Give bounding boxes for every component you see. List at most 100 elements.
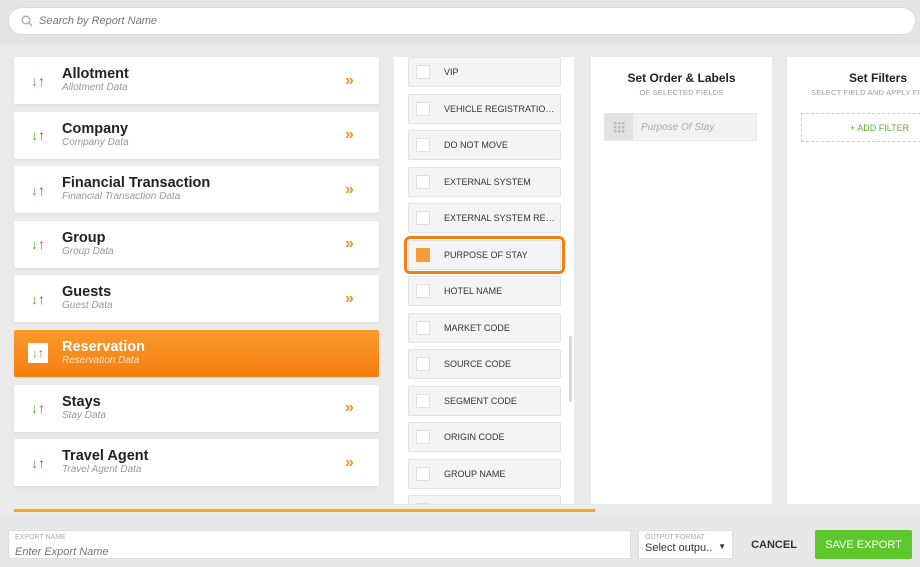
search-icon	[21, 15, 33, 27]
save-export-button[interactable]: SAVE EXPORT	[815, 530, 912, 559]
category-company[interactable]: ↓ ↑ Company Company Data »	[14, 111, 379, 159]
field-item[interactable]: HOTEL NAME	[408, 276, 561, 306]
category-title: Allotment	[62, 66, 129, 82]
field-checkbox[interactable]	[416, 138, 430, 152]
order-panel-title: Set Order & Labels	[627, 71, 736, 85]
category-title: Group	[62, 229, 106, 246]
field-item[interactable]: SOURCE CODE	[408, 349, 561, 379]
field-label: SEGMENT CODE	[444, 395, 517, 406]
field-checkbox[interactable]	[416, 503, 430, 504]
category-title: Reservation	[62, 338, 146, 355]
dropdown-caret-icon[interactable]: ▼	[718, 542, 726, 554]
filters-panel-subtitle: SELECT FIELD AND APPLY FILTER	[811, 88, 920, 97]
field-checkbox[interactable]	[416, 357, 430, 371]
category-financial-transaction[interactable]: ↓ ↑ Financial Transaction Financial Transac…	[14, 166, 379, 214]
category-subtitle: Financial Transaction Data	[62, 191, 181, 203]
category-reservation[interactable]: ↓ ↑ Reservation Reservation Data	[14, 329, 379, 377]
field-item[interactable]: PURPOSE OF STAY	[404, 235, 565, 274]
field-label: VEHICLE REGISTRATION N...	[444, 103, 560, 114]
field-item[interactable]: SEGMENT CODE	[408, 385, 561, 416]
field-item[interactable]: EXTERNAL SYSTEM	[408, 166, 561, 197]
filters-panel: Set Filters SELECT FIELD AND APPLY FILTE…	[787, 57, 920, 504]
drag-handle-icon[interactable]	[605, 114, 633, 140]
sort-arrows-icon: ↓ ↑	[31, 400, 45, 417]
category-title: Travel Agent	[62, 448, 149, 465]
category-stays[interactable]: ↓ ↑ Stays Stay Data »	[14, 384, 379, 432]
field-list-scrollbar[interactable]	[569, 336, 572, 402]
add-filter-button[interactable]: + ADD FILTER	[801, 113, 920, 142]
selected-field-item[interactable]: Purpose Of Stay	[604, 113, 757, 141]
field-item[interactable]: DO NOT MOVE	[408, 130, 561, 160]
bottom-bar: EXPORT NAME OUTPUT FORMAT Select outpu..…	[0, 519, 920, 567]
field-label: EXTERNAL SYSTEM	[444, 176, 531, 187]
category-subtitle: Group Data	[62, 245, 114, 257]
order-panel-subtitle: OF SELECTED FIELDS	[639, 88, 724, 97]
category-guests[interactable]: ↓ ↑ Guests Guest Data »	[14, 275, 379, 323]
field-checkbox[interactable]	[416, 430, 430, 444]
field-checkbox[interactable]	[416, 320, 430, 335]
field-label: ORIGIN CODE	[444, 432, 505, 442]
category-subtitle: Company Data	[62, 136, 129, 148]
field-label: MARKET CODE	[444, 322, 510, 333]
sort-arrows-icon: ↓ ↑	[31, 454, 45, 471]
field-checkbox[interactable]	[416, 101, 430, 116]
field-checkbox[interactable]	[416, 393, 430, 408]
field-label: VIP	[444, 67, 459, 77]
category-title: Stays	[62, 393, 101, 410]
field-label: EXTERNAL SYSTEM REFER...	[444, 213, 560, 223]
cancel-button[interactable]: CANCEL	[748, 530, 800, 559]
field-item[interactable]: VEHICLE REGISTRATION N...	[408, 93, 561, 124]
field-checkbox[interactable]	[416, 211, 430, 225]
chevron-right-icon[interactable]: »	[345, 399, 379, 417]
category-list: ↓ ↑ Allotment Allotment Data » ↓ ↑ Company Compa…	[14, 57, 379, 494]
search-bar-area	[0, 0, 920, 43]
order-labels-panel: Set Order & Labels OF SELECTED FIELDS Pu…	[591, 57, 772, 504]
category-subtitle: Allotment Data	[62, 82, 128, 93]
selected-field-label[interactable]: Purpose Of Stay	[641, 122, 714, 133]
field-label: HOTEL NAME	[444, 286, 503, 296]
chevron-right-icon[interactable]: »	[345, 126, 379, 144]
field-checkbox[interactable]	[416, 247, 430, 262]
field-list: VIP VEHICLE REGISTRATION N... DO NOT MOVE E…	[394, 57, 574, 504]
field-item[interactable]: GROUP NAME	[408, 458, 561, 489]
field-label: PURPOSE OF STAY	[444, 249, 528, 260]
field-checkbox[interactable]	[416, 466, 430, 481]
search-box[interactable]	[8, 7, 916, 35]
field-item[interactable]: VIP	[408, 57, 561, 87]
sort-arrows-icon: ↓ ↑	[31, 290, 45, 307]
field-item[interactable]: EXTERNAL SYSTEM REFER...	[408, 203, 561, 233]
field-item[interactable]: TITLE	[408, 495, 561, 504]
export-name-field[interactable]: EXPORT NAME	[8, 530, 631, 559]
output-format-value[interactable]: Select outpu..	[645, 542, 712, 554]
sort-arrows-icon: ↓ ↑	[31, 181, 45, 198]
search-input[interactable]	[39, 15, 439, 27]
filters-panel-title: Set Filters	[849, 71, 908, 85]
chevron-right-icon[interactable]: »	[345, 235, 379, 253]
chevron-right-icon[interactable]: »	[345, 181, 379, 199]
sort-arrows-icon: ↓ ↑	[31, 127, 45, 144]
export-name-caption: EXPORT NAME	[15, 534, 66, 541]
category-allotment[interactable]: ↓ ↑ Allotment Allotment Data »	[14, 57, 379, 104]
field-checkbox[interactable]	[416, 65, 430, 79]
category-title: Company	[62, 120, 129, 137]
category-subtitle: Guest Data	[62, 300, 113, 312]
output-format-select[interactable]: OUTPUT FORMAT Select outpu.. ▼	[638, 530, 733, 559]
chevron-right-icon[interactable]: »	[345, 454, 379, 472]
output-format-caption: OUTPUT FORMAT	[645, 534, 705, 541]
category-subtitle: Travel Agent Data	[62, 464, 142, 476]
field-item[interactable]: ORIGIN CODE	[408, 422, 561, 452]
category-subtitle: Reservation Data	[62, 354, 140, 366]
field-label: SOURCE CODE	[444, 359, 512, 369]
chevron-right-icon[interactable]: »	[345, 290, 379, 308]
chevron-right-icon[interactable]: »	[345, 72, 379, 90]
category-subtitle: Stay Data	[62, 409, 106, 421]
field-checkbox[interactable]	[416, 284, 430, 298]
field-label: GROUP NAME	[444, 468, 506, 479]
category-group[interactable]: ↓ ↑ Group Group Data »	[14, 220, 379, 268]
category-travel-agent[interactable]: ↓ ↑ Travel Agent Travel Agent Data »	[14, 439, 379, 487]
export-name-input[interactable]	[15, 546, 624, 558]
field-item[interactable]: MARKET CODE	[408, 312, 561, 343]
field-label: DO NOT MOVE	[444, 140, 508, 150]
field-checkbox[interactable]	[416, 174, 430, 189]
sort-arrows-icon: ↓ ↑	[31, 72, 45, 89]
